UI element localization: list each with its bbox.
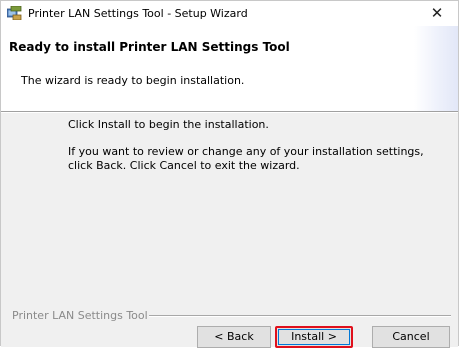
brand-label: Printer LAN Settings Tool bbox=[12, 309, 148, 322]
install-focus-ring bbox=[278, 329, 350, 345]
title-bar[interactable]: Printer LAN Settings Tool - Setup Wizard… bbox=[1, 1, 458, 26]
banner-subheading: The wizard is ready to begin installatio… bbox=[21, 74, 245, 87]
installer-icon bbox=[6, 5, 22, 21]
close-icon[interactable]: ✕ bbox=[416, 1, 458, 26]
setup-wizard-window: Printer LAN Settings Tool - Setup Wizard… bbox=[0, 0, 459, 348]
install-button[interactable]: Install > bbox=[275, 326, 353, 348]
footer-divider bbox=[149, 315, 451, 317]
wizard-body: Click Install to begin the installation.… bbox=[1, 113, 458, 348]
cancel-button[interactable]: Cancel bbox=[372, 326, 450, 348]
banner-heading: Ready to install Printer LAN Settings To… bbox=[9, 40, 290, 54]
wizard-banner: Ready to install Printer LAN Settings To… bbox=[1, 26, 458, 111]
back-button[interactable]: < Back bbox=[197, 326, 271, 348]
banner-graphic bbox=[414, 26, 458, 111]
review-text: If you want to review or change any of y… bbox=[68, 145, 424, 172]
instruction-text: Click Install to begin the installation. bbox=[68, 118, 269, 131]
window-title: Printer LAN Settings Tool - Setup Wizard bbox=[28, 7, 248, 20]
